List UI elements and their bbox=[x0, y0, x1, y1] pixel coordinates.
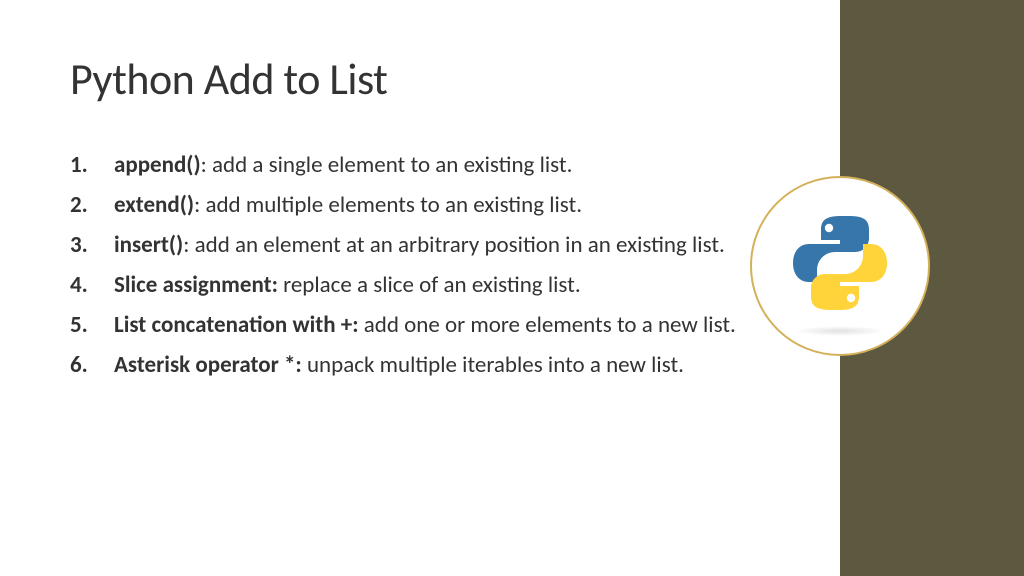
method-desc: add an element at an arbitrary position … bbox=[195, 231, 725, 259]
list-item: extend(): add multiple elements to an ex… bbox=[70, 190, 780, 221]
logo-badge bbox=[750, 176, 930, 356]
method-term: insert() bbox=[114, 231, 183, 259]
slide-content: Python Add to List append(): add a singl… bbox=[0, 0, 840, 576]
term-separator: : bbox=[183, 231, 194, 259]
list-item: Asterisk operator *: unpack multiple ite… bbox=[70, 350, 780, 381]
method-term: extend() bbox=[114, 191, 194, 219]
list-item: append(): add a single element to an exi… bbox=[70, 150, 780, 181]
method-desc: replace a slice of an existing list. bbox=[283, 271, 581, 299]
method-term: List concatenation with +: bbox=[114, 311, 359, 339]
term-separator: : bbox=[201, 151, 212, 179]
method-term: Slice assignment: bbox=[114, 271, 278, 299]
slide-title: Python Add to List bbox=[70, 52, 780, 106]
method-desc: add a single element to an existing list… bbox=[212, 151, 572, 179]
method-desc: add one or more elements to a new list. bbox=[364, 311, 736, 339]
method-term: Asterisk operator *: bbox=[114, 351, 302, 379]
method-desc: unpack multiple iterables into a new lis… bbox=[307, 351, 684, 379]
list-item: List concatenation with +: add one or mo… bbox=[70, 310, 780, 341]
list-item: insert(): add an element at an arbitrary… bbox=[70, 230, 780, 261]
list-item: Slice assignment: replace a slice of an … bbox=[70, 270, 780, 301]
method-desc: add multiple elements to an existing lis… bbox=[205, 191, 582, 219]
logo-shadow bbox=[795, 326, 885, 336]
python-logo-icon bbox=[785, 208, 895, 318]
term-separator: : bbox=[194, 191, 205, 219]
method-term: append() bbox=[114, 151, 201, 179]
methods-list: append(): add a single element to an exi… bbox=[70, 150, 780, 381]
